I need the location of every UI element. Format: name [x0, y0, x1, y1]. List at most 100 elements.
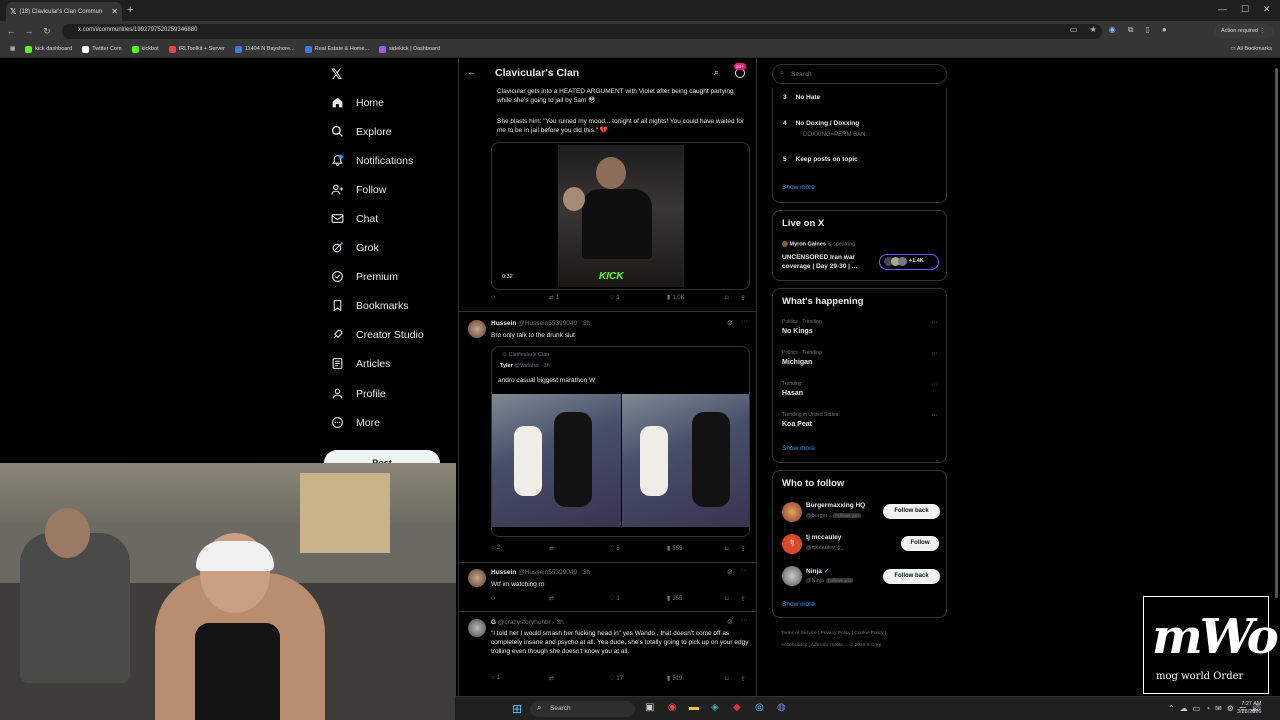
bookmark-icon[interactable]: ⌑	[725, 294, 729, 302]
show-more-link[interactable]: Show more	[782, 601, 815, 608]
search-input[interactable]: ⌕ Search	[772, 64, 947, 84]
trend-more-icon[interactable]: ···	[931, 350, 938, 357]
new-tab-icon[interactable]: +	[127, 4, 133, 16]
back-icon[interactable]: ←	[2, 26, 20, 36]
share-icon[interactable]: ⇪	[740, 595, 746, 603]
split-icon[interactable]: ▯	[1145, 25, 1149, 35]
sidebar-item-home[interactable]: Home	[331, 96, 384, 109]
repost-icon[interactable]: ⇄	[549, 545, 554, 552]
live-listeners[interactable]: +1.4K	[879, 254, 939, 270]
like-button[interactable]: ♡ 1	[609, 595, 620, 603]
host-name[interactable]: Myron Gaines	[790, 241, 826, 247]
windows-start-icon[interactable]: ⊞	[512, 702, 522, 716]
quote-image-2[interactable]	[622, 394, 749, 527]
author-name[interactable]: Hussein	[491, 320, 516, 327]
grok-icon[interactable]: ⊘	[727, 568, 733, 576]
bookmark-icon[interactable]: ⌑	[725, 675, 729, 683]
bookmark-sidekick[interactable]: sidekick | Dashboard	[379, 45, 440, 53]
footer-link[interactable]: More ...	[832, 643, 848, 648]
sidebar-item-more[interactable]: More	[331, 416, 380, 429]
sidebar-item-bookmarks[interactable]: Bookmarks	[331, 299, 409, 312]
trend-name[interactable]: Michigan	[782, 359, 812, 366]
avatar[interactable]	[782, 502, 802, 522]
views-button[interactable]: ▮ 519	[667, 675, 682, 683]
views-button[interactable]: ▮ 1.0K	[667, 294, 685, 302]
footer-link[interactable]: Privacy Policy	[821, 631, 851, 636]
browser-tab[interactable]: 𝕏 (18) Clavicular's Clan Commun ✕	[6, 2, 122, 21]
share-icon[interactable]: ⇪	[740, 675, 746, 683]
discord-icon[interactable]: ◍	[777, 702, 786, 713]
follow-back-button[interactable]: Follow back	[883, 504, 940, 519]
reply-icon[interactable]: ○	[491, 595, 495, 602]
avatar[interactable]	[468, 619, 486, 637]
rule-item[interactable]: 5 Keep posts on topic	[783, 156, 858, 163]
repost-button[interactable]: ⇄ 1	[549, 294, 559, 302]
more-icon[interactable]: ···	[741, 617, 748, 624]
grok-icon[interactable]: ⊘	[727, 319, 733, 327]
show-more-link[interactable]: Show more	[782, 445, 815, 452]
trend-name[interactable]: Hasan	[782, 390, 803, 397]
footer-link[interactable]: Accessibility	[781, 643, 807, 648]
repost-icon[interactable]: ⇄	[549, 595, 554, 602]
bookmark-irltoolkit[interactable]: IRLToolkit + Server	[168, 45, 225, 53]
more-icon[interactable]: ···	[741, 318, 748, 325]
quote-post[interactable]: ⚇ Clavicular's Clan Tyler @Vaitalss · 3h…	[491, 346, 750, 537]
task-view-icon[interactable]: ▣	[645, 702, 654, 713]
sidebar-item-chat[interactable]: Chat	[331, 212, 378, 225]
bookmark-kick-dashboard[interactable]: kick dashboard	[25, 45, 72, 53]
trend-more-icon[interactable]: ···	[931, 412, 938, 419]
action-required-button[interactable]: Action required ⋮	[1214, 24, 1274, 38]
rule-item[interactable]: 3 No Hate	[783, 94, 820, 101]
share-icon[interactable]: ⇪	[740, 545, 746, 553]
url-field[interactable]: x.com/i/communities/1992797520259346880	[62, 24, 1102, 39]
reply-button[interactable]: ○ 2	[491, 545, 500, 551]
follow-name-row[interactable]: Ninja ✔	[806, 567, 829, 575]
reload-icon[interactable]: ↻	[38, 26, 56, 37]
reply-icon[interactable]: ○	[491, 294, 495, 301]
views-button[interactable]: ▮ 355	[667, 595, 682, 603]
grok-icon[interactable]: ⊘	[727, 618, 733, 626]
install-icon[interactable]: ▭	[1070, 25, 1078, 35]
maximize-icon[interactable]: ☐	[1241, 4, 1249, 15]
quote-image-1[interactable]	[492, 394, 621, 527]
close-tab-icon[interactable]: ✕	[111, 7, 118, 16]
sidebar-item-premium[interactable]: Premium	[331, 270, 398, 283]
profile-icon[interactable]: ●	[1162, 25, 1167, 35]
live-space-title[interactable]: UNCENSORED Iran war coverage | Day 29-30…	[782, 253, 874, 271]
follow-button[interactable]: Follow	[901, 536, 939, 551]
trend-name[interactable]: No Kings	[782, 328, 813, 335]
follow-back-button[interactable]: Follow back	[883, 569, 940, 584]
star-icon[interactable]: ★	[1090, 25, 1097, 35]
close-window-icon[interactable]: ✕	[1263, 4, 1271, 15]
rule-item[interactable]: 4 No Doxing / Doxxing	[783, 120, 859, 127]
chrome-app-icon[interactable]: ◉	[668, 702, 677, 713]
sidebar-item-articles[interactable]: Articles	[331, 357, 390, 370]
like-button[interactable]: ♡ 3	[609, 545, 620, 553]
share-icon[interactable]: ⇪	[740, 294, 746, 302]
all-bookmarks[interactable]: ▭ All Bookmarks	[1230, 46, 1272, 52]
avatar[interactable]	[782, 566, 802, 586]
like-button[interactable]: ♡ 1	[609, 294, 620, 302]
sidebar-item-follow[interactable]: Follow	[331, 183, 386, 196]
sidebar-item-notifications[interactable]: Notifications	[331, 154, 413, 167]
bookmark-icon[interactable]: ⌑	[725, 545, 729, 553]
sidebar-item-profile[interactable]: Profile	[331, 387, 386, 400]
puzzle-icon[interactable]: ⧉	[1128, 25, 1134, 35]
scrollbar[interactable]	[1273, 58, 1280, 696]
author-name[interactable]: G	[491, 619, 496, 626]
back-arrow-icon[interactable]: ←	[467, 67, 477, 78]
extension-icon[interactable]: ◉	[1109, 25, 1116, 35]
footer-link[interactable]: Cookie Policy	[854, 631, 883, 636]
bookmark-twitter-com[interactable]: Twitter Com	[82, 45, 122, 53]
trend-more-icon[interactable]: ···	[931, 381, 938, 388]
minimize-icon[interactable]: —	[1218, 4, 1227, 14]
avatar[interactable]: tj	[782, 534, 802, 554]
bookmark-bayshore[interactable]: 11404 N Bayshore...	[234, 45, 295, 53]
app-icon-2[interactable]: ◆	[733, 702, 741, 713]
avatar[interactable]	[468, 320, 486, 338]
reply-button[interactable]: ○ 1	[491, 675, 500, 681]
bookmark-kickbot[interactable]: kickbot	[131, 45, 159, 53]
trend-more-icon[interactable]: ···	[931, 319, 938, 326]
views-button[interactable]: ▮ 555	[667, 545, 682, 553]
x-logo-icon[interactable]: 𝕏	[331, 66, 342, 83]
